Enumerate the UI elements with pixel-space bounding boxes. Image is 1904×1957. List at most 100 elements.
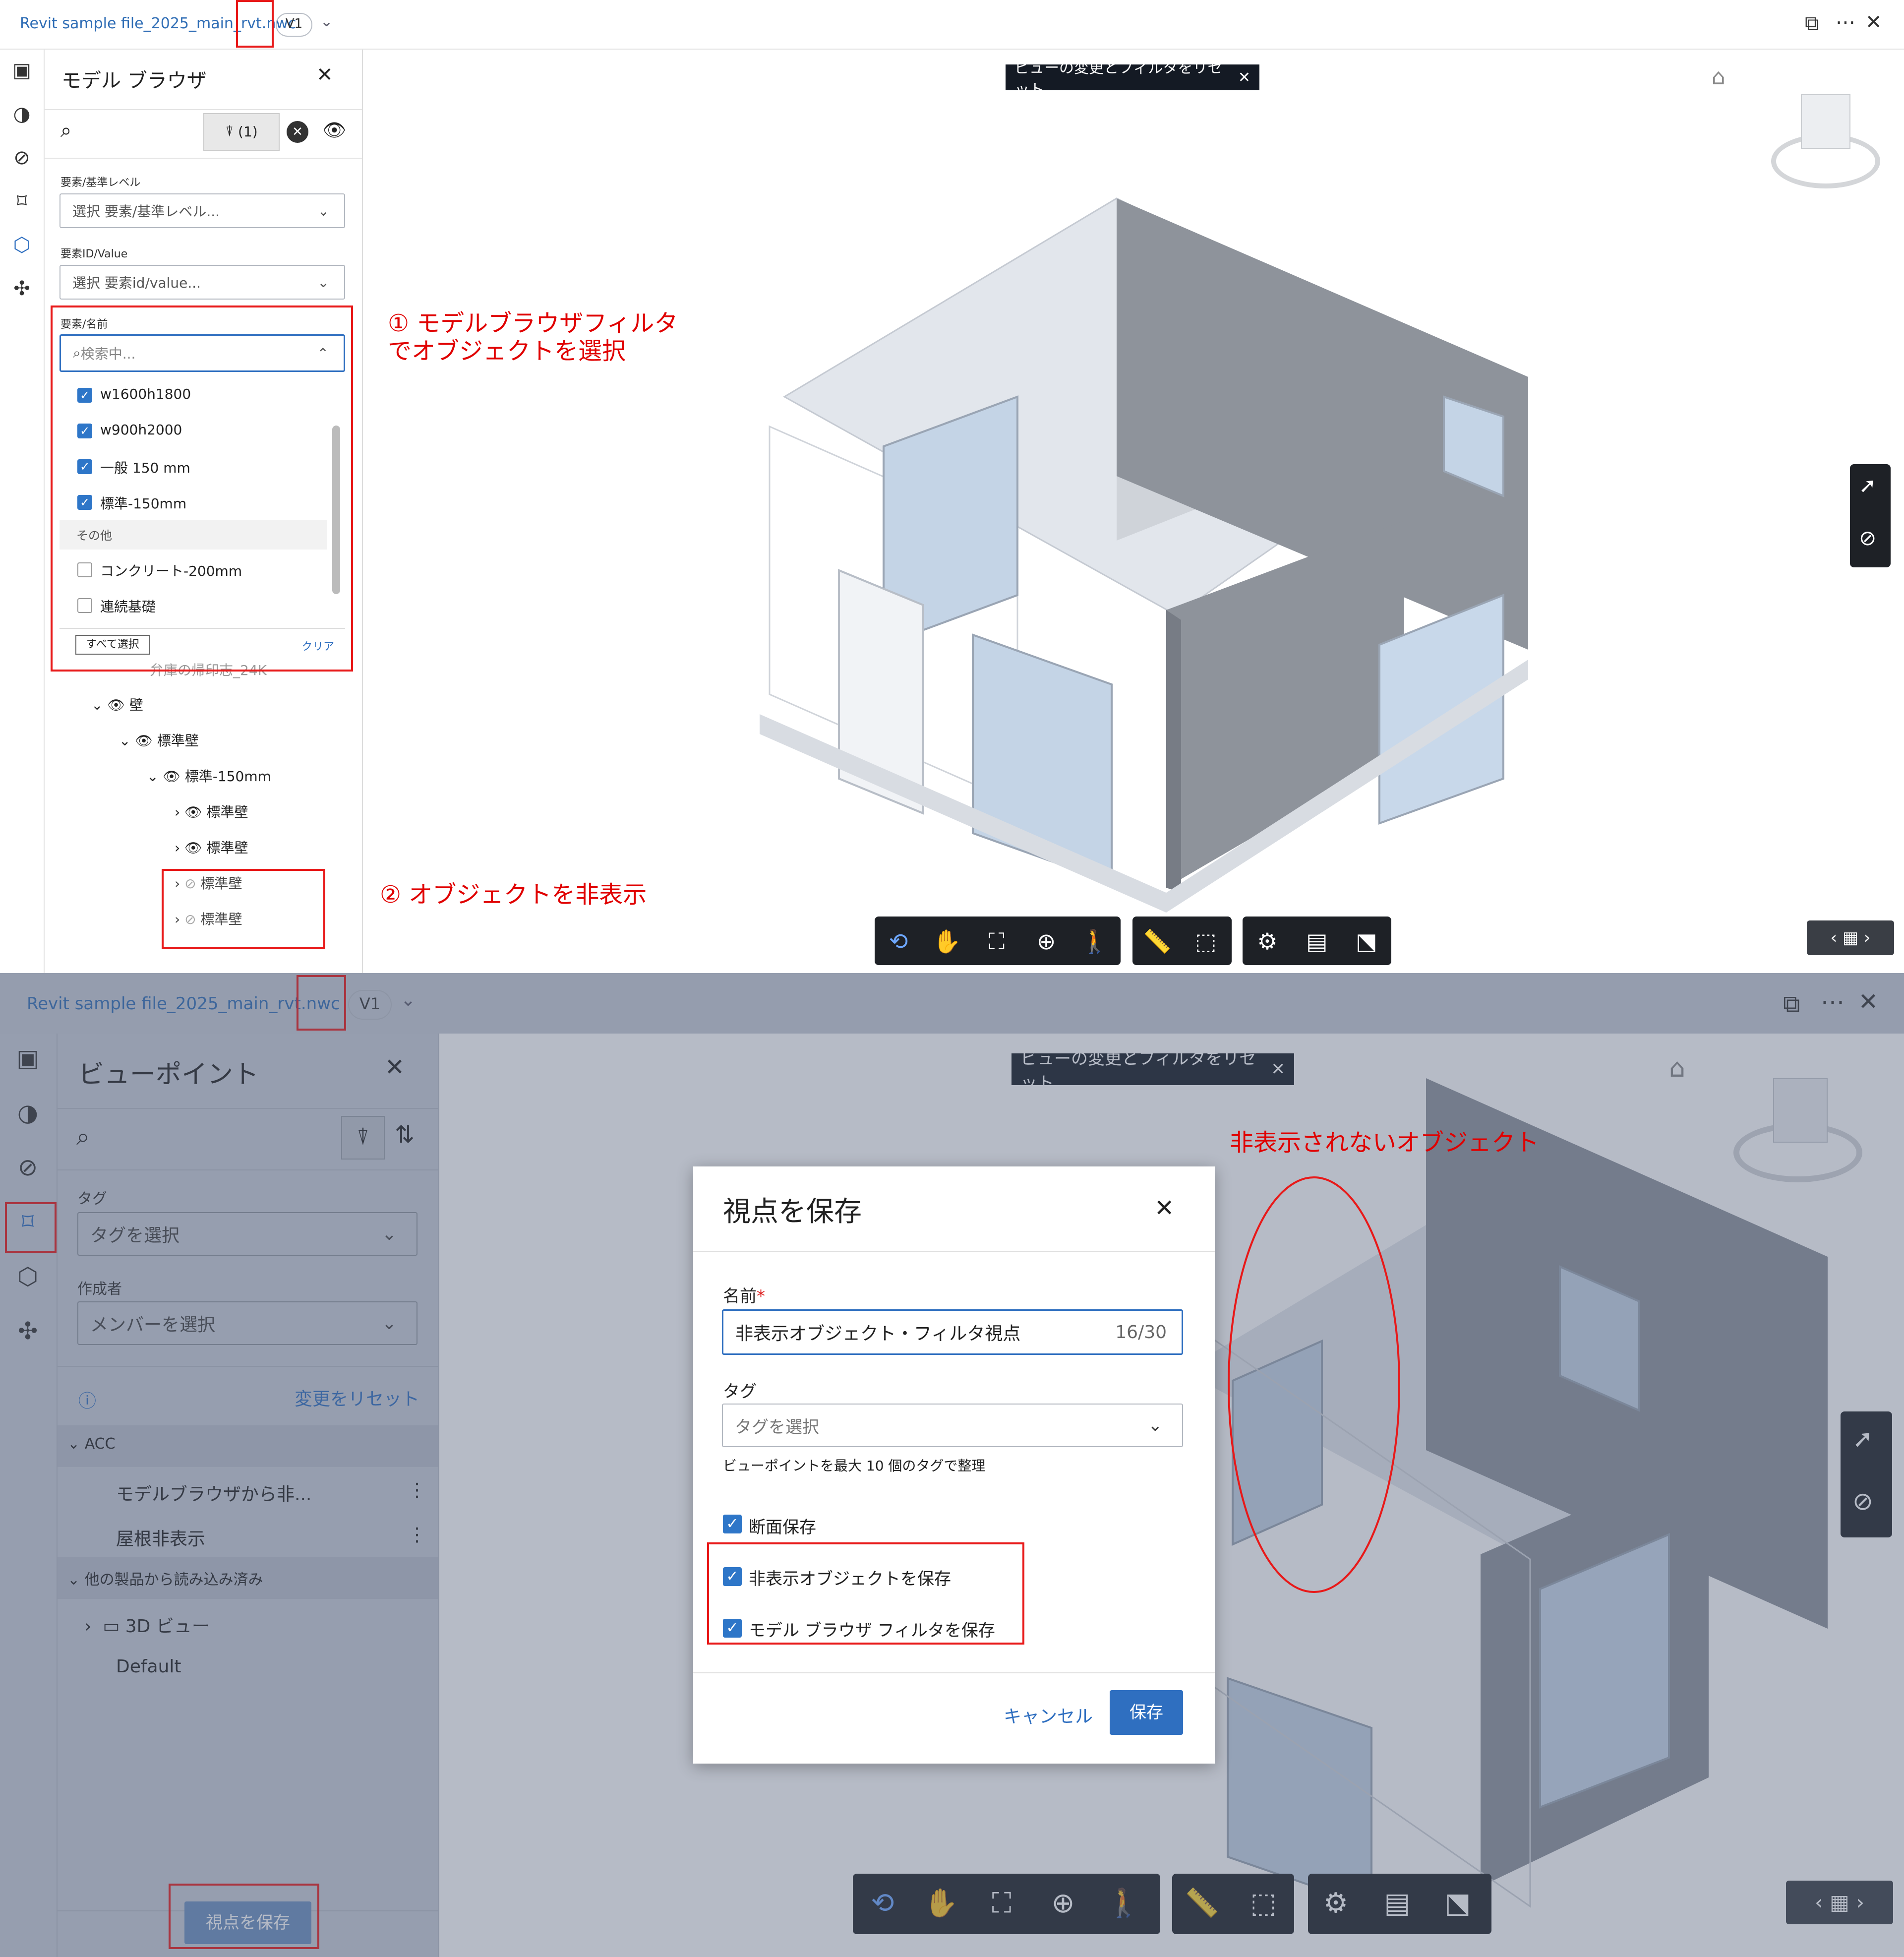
level-select[interactable]: 選択 要素/基準レベル... ⌄ bbox=[60, 193, 345, 228]
close-icon[interactable]: ✕ bbox=[1154, 1194, 1174, 1222]
annotation-1-line2: でオブジェクトを選択 bbox=[388, 337, 626, 365]
scrollbar[interactable] bbox=[332, 426, 340, 594]
settings-icon[interactable]: ⚙ bbox=[1248, 921, 1287, 961]
hidden-objects-checkbox[interactable]: ✓ bbox=[723, 1567, 742, 1586]
save-button[interactable]: 保存 bbox=[1110, 1690, 1183, 1735]
checkbox-checked[interactable]: ✓ bbox=[77, 459, 92, 474]
name-search-input[interactable]: ⌕ 検索中... ⌃ bbox=[60, 334, 345, 372]
tree-label: 標準-150mm bbox=[184, 768, 271, 785]
reset-view-button[interactable]: ビューの変更とフィルタをリセット ✕ bbox=[1006, 60, 1259, 99]
measure-icon[interactable]: 📏 bbox=[1137, 921, 1177, 961]
required-mark: * bbox=[757, 1286, 765, 1306]
dialog-title: 視点を保存 bbox=[723, 1196, 862, 1228]
select-all-button[interactable]: すべて選択 bbox=[75, 635, 150, 655]
bookmark-icon[interactable]: ⌑ bbox=[7, 186, 37, 216]
zoom-icon[interactable]: ⊕ bbox=[1026, 921, 1066, 961]
id-select[interactable]: 選択 要素id/value... ⌄ bbox=[60, 265, 345, 300]
hidden-objects-label[interactable]: 非表示オブジェクトを保存 bbox=[749, 1565, 951, 1590]
checkbox-checked[interactable]: ✓ bbox=[77, 424, 92, 438]
divider bbox=[693, 1672, 1215, 1673]
settings-toolbar: ⚙ ▤ ⬔ bbox=[1243, 917, 1391, 965]
name-input[interactable]: 非表示オブジェクト・フィルタ視点 16/30 bbox=[722, 1309, 1183, 1355]
checkbox-checked[interactable]: ✓ bbox=[77, 495, 92, 510]
divider bbox=[45, 158, 362, 159]
tree-row-hidden[interactable]: › ⊘ 標準壁 bbox=[175, 873, 242, 893]
check-circle-icon[interactable]: ⊘ bbox=[7, 143, 37, 173]
pan-icon[interactable]: ✋ bbox=[927, 921, 967, 961]
eye-icon[interactable]: 👁 bbox=[322, 119, 346, 141]
section-save-checkbox[interactable]: ✓ bbox=[723, 1515, 742, 1533]
chevron-down-icon[interactable]: ⌄ bbox=[320, 13, 333, 30]
annotation-1-line1: ① モデルブラウザフィルタ bbox=[388, 309, 678, 337]
tree-row[interactable]: ⌄ 👁 標準壁 bbox=[119, 730, 199, 750]
tree-row-hidden[interactable]: › ⊘ 標準壁 bbox=[175, 909, 242, 928]
list-item[interactable]: コンクリート-200mm bbox=[100, 560, 242, 580]
checkbox-unchecked[interactable] bbox=[77, 598, 92, 613]
list-item[interactable]: w900h2000 bbox=[100, 422, 182, 438]
walk-icon[interactable]: 🚶 bbox=[1075, 921, 1115, 961]
section-icon[interactable]: ⬚ bbox=[1186, 921, 1226, 961]
list-item[interactable]: 連続基礎 bbox=[100, 596, 156, 616]
grid-toggle[interactable]: ‹ ▦ › bbox=[1807, 920, 1894, 955]
tree-row[interactable]: 弁庫の帰印志_24K bbox=[150, 660, 267, 679]
chevron-down-icon: ⌄ bbox=[1148, 1415, 1163, 1435]
window-icon[interactable]: ▣ bbox=[7, 56, 37, 85]
fan-icon[interactable]: ✣ bbox=[7, 274, 37, 304]
tree-row[interactable]: ⌄ 👁 壁 bbox=[91, 694, 143, 714]
cube-face bbox=[1801, 94, 1850, 149]
globe-icon[interactable]: ◑ bbox=[7, 99, 37, 129]
list-item[interactable]: 標準-150mm bbox=[100, 493, 186, 513]
close-icon[interactable]: ✕ bbox=[1865, 11, 1882, 34]
orbit-icon[interactable]: ⟲ bbox=[879, 921, 918, 961]
clear-button[interactable]: クリア bbox=[301, 638, 334, 654]
list-item[interactable]: w1600h1800 bbox=[100, 386, 191, 402]
select-icon[interactable]: ➚ bbox=[1859, 473, 1876, 497]
fit-icon[interactable]: ⛶ bbox=[977, 921, 1016, 961]
tree-label: 標準壁 bbox=[206, 840, 248, 856]
home-icon[interactable]: ⌂ bbox=[1712, 64, 1726, 90]
check-circle-icon[interactable]: ⊘ bbox=[1859, 526, 1876, 550]
chevron-up-icon: ⌃ bbox=[317, 345, 329, 362]
properties-icon[interactable]: ▤ bbox=[1297, 921, 1337, 961]
cube-search-icon[interactable]: ⬡ bbox=[7, 230, 37, 260]
name-dropdown-list: ✓ w1600h1800 ✓ w900h2000 ✓ 一般 150 mm ✓ 標… bbox=[60, 376, 345, 659]
divider bbox=[60, 628, 345, 629]
list-item[interactable]: 一般 150 mm bbox=[100, 457, 190, 477]
tag-placeholder: タグを選択 bbox=[735, 1417, 819, 1437]
more-icon[interactable]: ⋯ bbox=[1836, 11, 1855, 34]
view-cube[interactable] bbox=[1756, 89, 1885, 188]
filter-save-label[interactable]: モデル ブラウザ フィルタを保存 bbox=[749, 1617, 995, 1641]
tree-row[interactable]: ⌄ 👁 標準-150mm bbox=[147, 766, 271, 786]
close-icon[interactable]: ✕ bbox=[316, 63, 333, 86]
tag-select[interactable]: タグを選択 ⌄ bbox=[722, 1404, 1183, 1447]
annotation-2: ② オブジェクトを非表示 bbox=[380, 881, 647, 909]
tree-row[interactable]: › 👁 標準壁 bbox=[175, 837, 248, 857]
name-label-text: 名前 bbox=[723, 1286, 757, 1306]
viewport-3d[interactable]: ビューの変更とフィルタをリセット ✕ ⌂ ➚ ⊘ ⟲ ✋ ⛶ ⊕ 🚶 📏 ⬚ ⚙ … bbox=[363, 50, 1904, 973]
filter-icon: ⍒ bbox=[225, 123, 238, 140]
checkbox-checked[interactable]: ✓ bbox=[77, 388, 92, 403]
side-toolbar: ➚ ⊘ bbox=[1850, 464, 1891, 567]
left-rail: ▣ ◑ ⊘ ⌑ ⬡ ✣ bbox=[0, 50, 45, 973]
measure-toolbar: 📏 ⬚ bbox=[1132, 917, 1232, 965]
title-bar: Revit sample file_2025_main_rvt.nwc V1 ⌄… bbox=[0, 0, 1904, 50]
tree-row[interactable]: › 👁 標準壁 bbox=[175, 801, 248, 821]
file-name[interactable]: Revit sample file_2025_main_rvt.nwc bbox=[20, 15, 296, 32]
fullscreen-icon[interactable]: ⬔ bbox=[1347, 921, 1386, 961]
clear-icon[interactable]: ✕ bbox=[287, 121, 308, 143]
tree-label: 標準壁 bbox=[206, 804, 248, 820]
version-pill[interactable]: V1 bbox=[276, 13, 312, 37]
checkbox-unchecked[interactable] bbox=[77, 562, 92, 577]
filter-button[interactable]: ⍒ (1) bbox=[203, 113, 280, 151]
eye-off-icon: ⊘ bbox=[184, 911, 196, 927]
close-icon: ✕ bbox=[1238, 68, 1250, 86]
section-save-label[interactable]: 断面保存 bbox=[749, 1514, 816, 1538]
search-icon: ⌕ bbox=[73, 345, 81, 361]
name-label: 名前* bbox=[723, 1283, 765, 1307]
search-icon[interactable]: ⌕ bbox=[60, 119, 71, 142]
name-label: 要素/名前 bbox=[60, 318, 108, 331]
group-other-label: その他 bbox=[76, 529, 112, 543]
cancel-button[interactable]: キャンセル bbox=[1004, 1702, 1093, 1728]
share-icon[interactable]: ⧉ bbox=[1805, 12, 1819, 35]
filter-save-checkbox[interactable]: ✓ bbox=[723, 1619, 742, 1638]
